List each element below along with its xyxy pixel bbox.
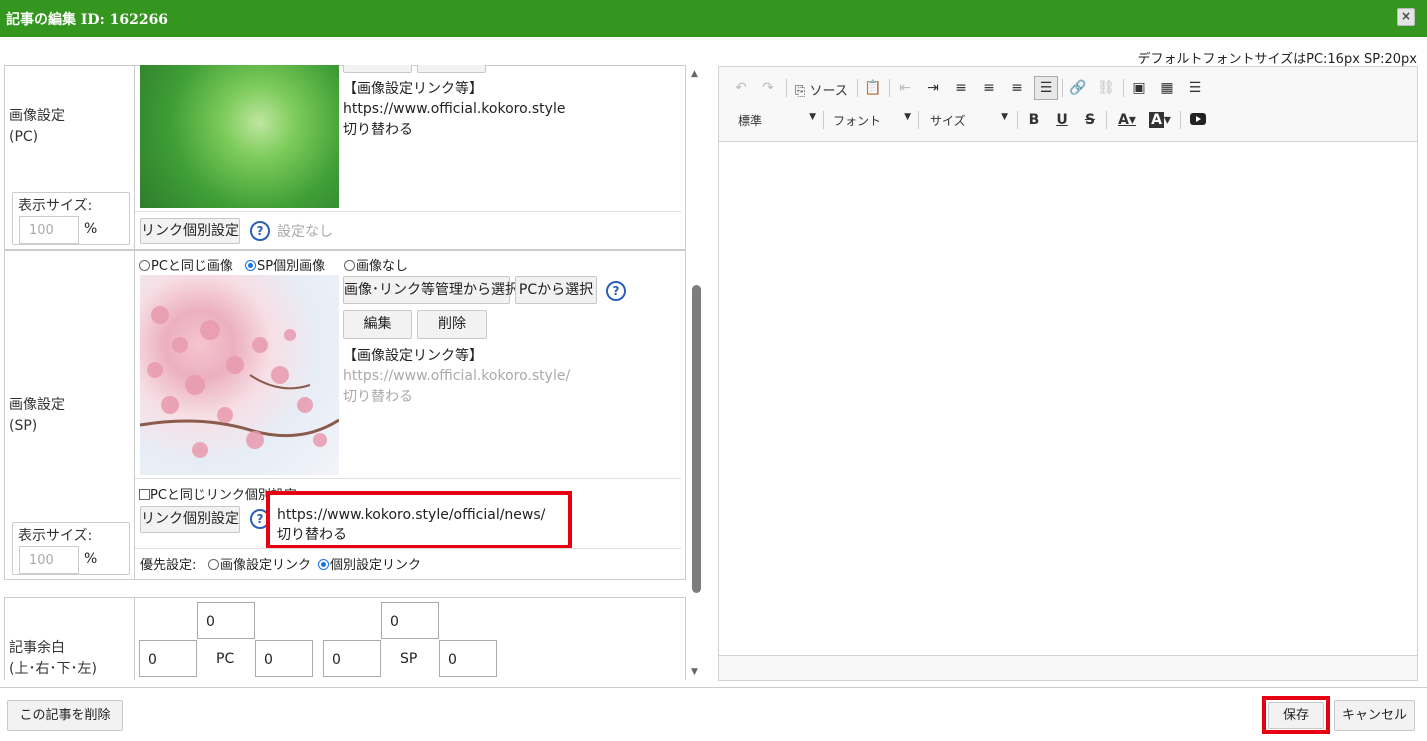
select-from-manager-button[interactable]: 画像･リンク等管理から選択	[343, 276, 519, 304]
margin-sublabel: (上･右･下･左)	[9, 661, 97, 677]
sp-size-input[interactable]: 100	[19, 546, 79, 574]
priority-image-link[interactable]: 画像設定リンク	[208, 555, 311, 576]
format-select[interactable]: 標準 ▼	[738, 112, 816, 129]
help-icon[interactable]: ?	[250, 221, 270, 241]
rich-text-editor[interactable]	[718, 66, 1418, 681]
priority-label: 優先設定:	[140, 558, 197, 573]
radio-sp-individual[interactable]: SP個別画像	[245, 256, 325, 277]
chevron-down-icon: ▼	[1001, 112, 1008, 122]
redo-icon[interactable]: ↷	[758, 78, 778, 98]
unlink-icon[interactable]: ⛓	[1096, 78, 1116, 98]
sp-image-label: 画像設定	[9, 397, 65, 413]
outdent-icon[interactable]: ⇤	[895, 78, 915, 98]
paste-icon[interactable]: 📋	[863, 78, 883, 98]
pc-size-label: 表示サイズ:	[18, 198, 93, 214]
blossom-illustration	[139, 306, 340, 458]
sp-individual-url: https://www.kokoro.style/official/news/	[277, 507, 546, 523]
table-icon[interactable]: ▦	[1157, 78, 1177, 98]
select-from-pc-button[interactable]: PCから選択	[515, 276, 597, 304]
radio-same-pc[interactable]: PCと同じ画像	[139, 256, 233, 277]
close-icon[interactable]: ×	[1397, 8, 1415, 26]
chevron-down-icon: ▼	[809, 112, 816, 122]
radio-no-image-circle[interactable]	[344, 260, 355, 271]
dialog-title: 記事の編集 ID: 162266	[6, 12, 169, 28]
pc-margin-top[interactable]: 0	[197, 602, 255, 639]
sp-size-unit: %	[84, 551, 98, 567]
same-link-checkbox-box[interactable]	[139, 489, 150, 500]
align-right-icon[interactable]: ≡	[1007, 78, 1027, 98]
video-icon[interactable]	[1190, 113, 1206, 125]
background-color-icon[interactable]: A ▾	[1146, 110, 1174, 130]
pc-margin-label: PC	[216, 651, 235, 667]
pc-margin-right[interactable]: 0	[255, 640, 313, 677]
align-left-icon[interactable]: ≡	[951, 78, 971, 98]
priority-individual-link[interactable]: 個別設定リンク	[318, 555, 421, 576]
link-icon[interactable]: 🔗	[1068, 78, 1088, 98]
save-button[interactable]: 保存	[1268, 702, 1324, 729]
align-center-icon[interactable]: ≡	[979, 78, 999, 98]
scroll-down-icon[interactable]: ▼	[691, 667, 698, 677]
sp-delete-button[interactable]: 削除	[417, 310, 487, 339]
undo-icon[interactable]: ↶	[731, 78, 751, 98]
cancel-button[interactable]: キャンセル	[1334, 700, 1415, 731]
bold-icon[interactable]: B	[1024, 110, 1044, 130]
source-icon: ⎘	[795, 84, 806, 99]
radio-same-pc-circle[interactable]	[139, 260, 150, 271]
sp-link-individual-button[interactable]: リンク個別設定	[140, 506, 240, 533]
pc-leaf-image	[140, 65, 339, 208]
horizontal-rule-icon[interactable]: ☰	[1185, 78, 1205, 98]
pc-link-heading: 【画像設定リンク等】	[343, 81, 483, 97]
dialog-titlebar: 記事の編集 ID: 162266 ×	[0, 0, 1427, 37]
editor-statusbar	[719, 655, 1417, 680]
chevron-down-icon: ▼	[904, 112, 911, 122]
sp-image-sublabel: (SP)	[9, 418, 38, 434]
sp-link-heading: 【画像設定リンク等】	[343, 348, 483, 364]
pc-delete-button[interactable]	[417, 65, 486, 73]
scroll-up-icon[interactable]: ▲	[691, 69, 698, 79]
underline-icon[interactable]: U	[1052, 110, 1072, 130]
pc-size-input[interactable]: 100	[19, 216, 79, 244]
strikethrough-icon[interactable]: S	[1080, 110, 1100, 130]
help-icon[interactable]: ?	[606, 281, 626, 301]
sp-size-label: 表示サイズ:	[18, 528, 93, 544]
settings-panel: 画像設定 (PC) 【画像設定リンク等】 https://www.officia…	[0, 65, 706, 680]
pc-size-unit: %	[84, 221, 98, 237]
indent-icon[interactable]: ⇥	[923, 78, 943, 98]
sp-edit-button[interactable]: 編集	[343, 310, 412, 339]
align-justify-icon[interactable]: ☰	[1034, 76, 1058, 100]
radio-sp-individual-circle[interactable]	[245, 260, 256, 271]
sp-margin-left[interactable]: 0	[323, 640, 381, 677]
source-button[interactable]: ⎘ ソース	[795, 80, 848, 99]
sp-blossom-image	[139, 275, 340, 475]
priority-image-link-circle[interactable]	[208, 559, 219, 570]
font-select[interactable]: フォント ▼	[833, 112, 911, 129]
margin-label: 記事余白	[9, 640, 65, 656]
sp-margin-right[interactable]: 0	[439, 640, 497, 677]
pc-image-label: 画像設定	[9, 108, 65, 124]
pc-link-switch: 切り替わる	[343, 122, 413, 138]
scrollbar-thumb[interactable]	[692, 285, 701, 593]
pc-link-status: 設定なし	[277, 224, 333, 240]
pc-link-individual-button[interactable]: リンク個別設定	[140, 218, 240, 244]
radio-no-image[interactable]: 画像なし	[344, 256, 408, 277]
priority-individual-link-circle[interactable]	[318, 559, 329, 570]
sp-link-url: https://www.official.kokoro.style/	[343, 368, 571, 384]
size-select[interactable]: サイズ ▼	[930, 112, 1008, 129]
delete-article-button[interactable]: この記事を削除	[7, 700, 123, 731]
sp-margin-top[interactable]: 0	[381, 602, 439, 639]
pc-margin-left[interactable]: 0	[139, 640, 197, 677]
pc-edit-button[interactable]	[343, 65, 412, 73]
image-icon[interactable]: ▣	[1129, 78, 1149, 98]
default-font-size-note: デフォルトフォントサイズはPC:16px SP:20px	[1137, 52, 1418, 67]
pc-link-url: https://www.official.kokoro.style	[343, 101, 566, 117]
pc-image-sublabel: (PC)	[9, 129, 39, 145]
sp-margin-label: SP	[400, 651, 418, 667]
text-color-icon[interactable]: A▾	[1113, 110, 1141, 130]
sp-individual-switch: 切り替わる	[277, 527, 347, 543]
sp-link-switch: 切り替わる	[343, 389, 413, 405]
